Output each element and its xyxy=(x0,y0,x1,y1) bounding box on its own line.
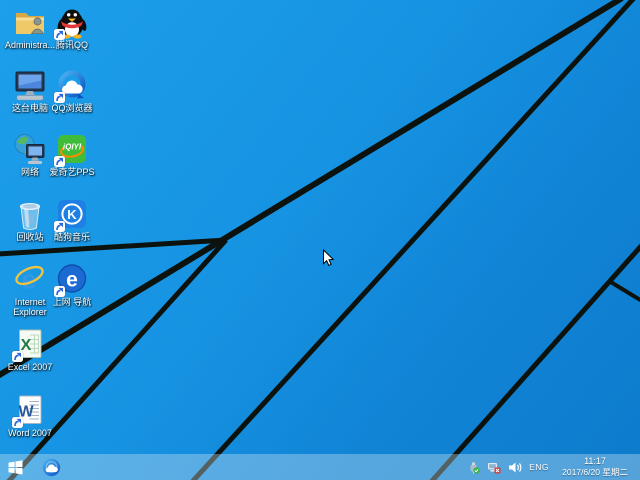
desktop-icon-qq-browser[interactable]: QQ浏览器 xyxy=(44,68,100,113)
qq-browser-icon xyxy=(41,457,62,478)
icon-label: 网络 xyxy=(21,167,39,177)
user-folder-icon xyxy=(13,5,47,39)
icon-label: 腾讯QQ xyxy=(56,40,88,50)
taskbar-qq-browser-button[interactable] xyxy=(36,454,66,480)
desktop-icon-iqiyi-pps[interactable]: iQIYI 爱奇艺PPS xyxy=(44,132,100,177)
system-tray[interactable]: ENG 11:17 2017/6/20 星期二 xyxy=(467,454,640,480)
icon-label: 这台电脑 xyxy=(12,103,48,113)
icon-label: 爱奇艺PPS xyxy=(49,167,94,177)
network-globe-icon xyxy=(13,132,47,166)
desktop-icon-web-navigation[interactable]: e 上网 导航 xyxy=(44,262,100,307)
svg-text:iQIYI: iQIYI xyxy=(63,143,82,152)
shortcut-arrow-icon xyxy=(54,29,65,40)
internet-explorer-icon: e xyxy=(13,262,47,296)
icon-label: QQ浏览器 xyxy=(51,103,92,113)
desktop-icon-word-2007[interactable]: W Word 2007 xyxy=(2,393,58,438)
start-button[interactable] xyxy=(0,454,30,480)
recycle-bin-icon xyxy=(13,197,47,231)
desktop-icon-excel-2007[interactable]: X Excel 2007 xyxy=(2,327,58,372)
svg-text:e: e xyxy=(66,269,78,292)
icon-label: 上网 导航 xyxy=(53,297,92,307)
computer-icon xyxy=(13,68,47,102)
safely-remove-hardware-icon[interactable] xyxy=(467,461,480,474)
shortcut-arrow-icon xyxy=(12,417,23,428)
windows-logo-icon xyxy=(8,460,23,475)
shortcut-arrow-icon xyxy=(54,92,65,103)
svg-text:K: K xyxy=(67,207,77,222)
clock-time: 11:17 xyxy=(584,456,606,467)
shortcut-arrow-icon xyxy=(54,156,65,167)
taskbar[interactable]: ENG 11:17 2017/6/20 星期二 xyxy=(0,454,640,480)
icon-label: 酷狗音乐 xyxy=(54,232,90,242)
desktop-icon-kugou-music[interactable]: K 酷狗音乐 xyxy=(44,197,100,242)
shortcut-arrow-icon xyxy=(12,351,23,362)
taskbar-clock[interactable]: 11:17 2017/6/20 星期二 xyxy=(556,456,634,478)
mouse-cursor xyxy=(322,249,334,267)
icon-label: Excel 2007 xyxy=(8,362,53,372)
clock-date: 2017/6/20 星期二 xyxy=(562,467,628,478)
shortcut-arrow-icon xyxy=(54,221,65,232)
shortcut-arrow-icon xyxy=(54,286,65,297)
icon-label: 回收站 xyxy=(16,232,43,242)
language-indicator[interactable]: ENG xyxy=(529,462,549,472)
desktop-icon-tencent-qq[interactable]: 腾讯QQ xyxy=(44,5,100,50)
volume-icon[interactable] xyxy=(508,461,522,474)
icon-label: Word 2007 xyxy=(8,428,52,438)
network-disconnected-icon[interactable] xyxy=(487,461,501,474)
desktop[interactable]: Administra... 腾讯QQ xyxy=(0,0,640,480)
